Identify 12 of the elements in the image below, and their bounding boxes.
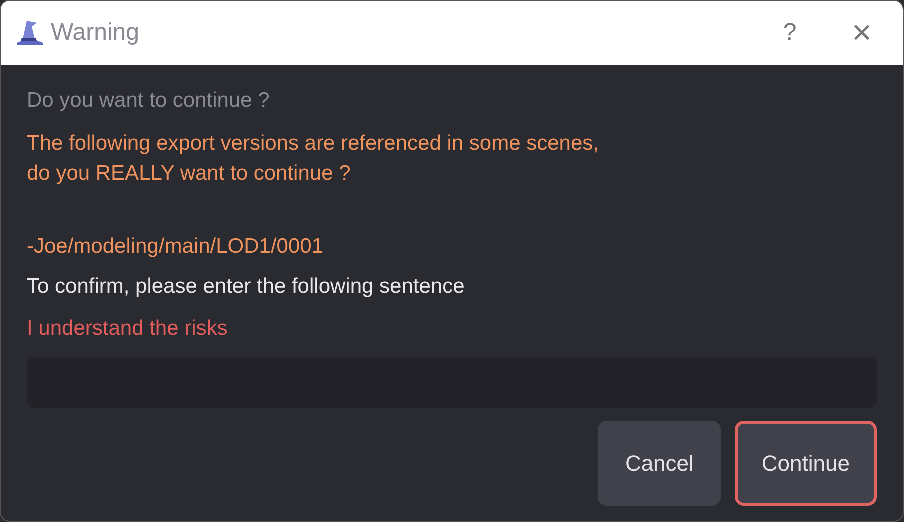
cancel-button[interactable]: Cancel — [598, 421, 721, 506]
close-button[interactable]: × — [837, 13, 887, 53]
wizard-hat-icon — [17, 19, 43, 47]
warning-text: The following export versions are referenced in some scenes, — [27, 131, 600, 157]
warning-text: do you REALLY want to continue ? — [27, 161, 352, 187]
question-text: Do you want to continue ? — [27, 89, 271, 113]
confirm-sentence: I understand the risks — [27, 317, 229, 341]
window-title: Warning — [51, 19, 140, 47]
instruction-text: To confirm, please enter the following sentence — [27, 275, 466, 299]
help-button[interactable]: ? — [765, 13, 815, 53]
version-path: -Joe/modeling/main/LOD1/0001 — [27, 235, 325, 259]
continue-button[interactable]: Continue — [734, 421, 877, 506]
